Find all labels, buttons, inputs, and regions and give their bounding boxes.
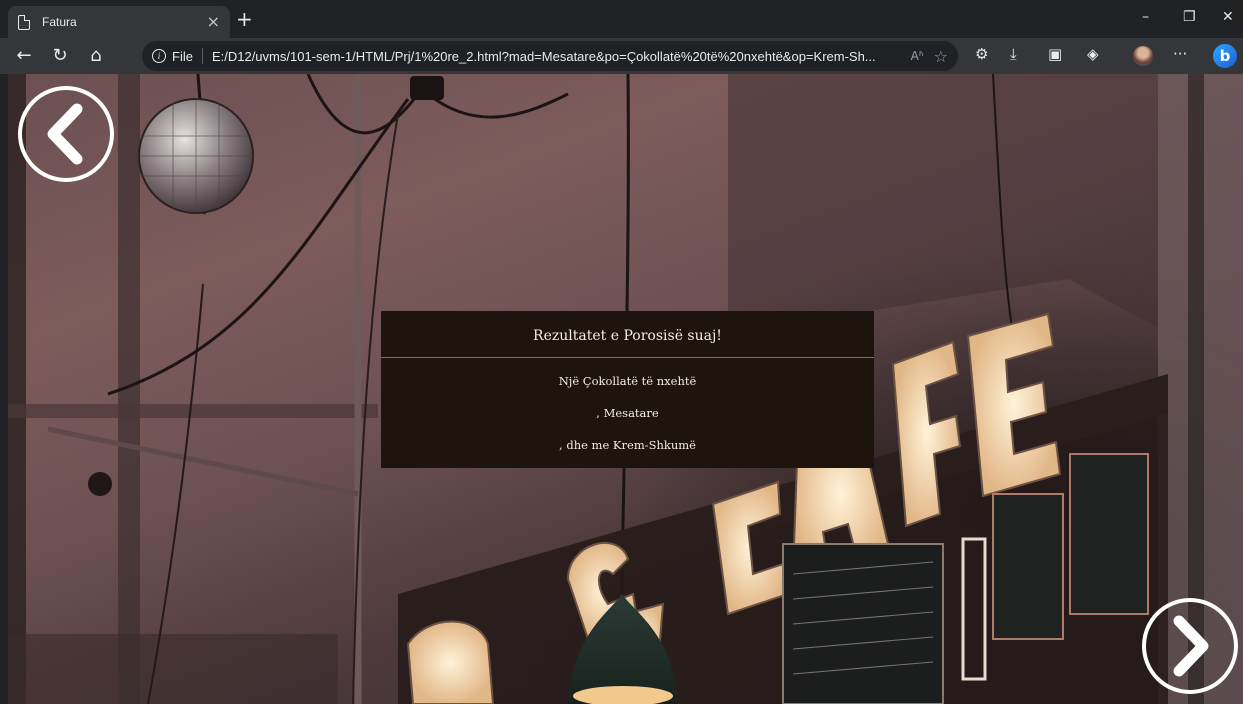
bing-icon[interactable]: b [1213,44,1237,68]
address-bar[interactable]: i File E:/D12/uvms/101-sem-1/HTML/Prj/1%… [142,41,958,71]
minimize-button[interactable]: – [1142,10,1149,24]
browser-essentials-icon[interactable]: ◈ [1087,47,1099,62]
more-menu-button[interactable]: ··· [1173,47,1187,62]
back-icon[interactable]: ← [6,47,42,65]
chevron-left-icon [47,103,83,165]
home-icon[interactable]: ⌂ [78,47,114,65]
chevron-right-icon [1173,615,1209,677]
file-label: File [172,48,193,64]
title-bar: Fatura × + – ❐ ✕ [0,0,1243,38]
page-icon [18,14,30,30]
profile-avatar[interactable] [1133,46,1153,66]
next-button[interactable] [1141,597,1239,695]
previous-button[interactable] [17,85,115,183]
tab-title: Fatura [42,15,77,29]
info-icon[interactable]: i [152,49,166,63]
close-window-button[interactable]: ✕ [1222,10,1234,24]
order-drink: Një Çokollatë të nxehtë [558,374,697,388]
collections-icon[interactable]: ▣ [1048,47,1062,62]
new-tab-button[interactable]: + [236,9,253,29]
restore-button[interactable]: ❐ [1183,10,1196,24]
page-viewport: Rezultatet e Porosisë suaj! Një Çokollat… [8,74,1243,704]
order-summary-card: Rezultatet e Porosisë suaj! Një Çokollat… [381,311,874,468]
browser-toolbar: ← ↻ ⌂ i File E:/D12/uvms/101-sem-1/HTML/… [0,38,1243,74]
address-divider [201,48,203,64]
tab-close-button[interactable]: × [207,14,220,30]
read-aloud-icon[interactable]: Aʱ [911,49,924,63]
order-size: , Mesatare [596,406,659,420]
extensions-icon[interactable]: ⚙ [975,47,988,62]
star-icon[interactable]: ☆ [934,47,948,66]
refresh-icon[interactable]: ↻ [42,47,78,65]
tab-fatura[interactable]: Fatura × [8,6,230,38]
url-text[interactable]: E:/D12/uvms/101-sem-1/HTML/Prj/1%20re_2.… [212,49,901,64]
order-topping: , dhe me Krem-Shkumë [559,438,696,452]
order-title: Rezultatet e Porosisë suaj! [381,311,874,358]
download-icon[interactable]: ⤓ [1010,47,1017,62]
